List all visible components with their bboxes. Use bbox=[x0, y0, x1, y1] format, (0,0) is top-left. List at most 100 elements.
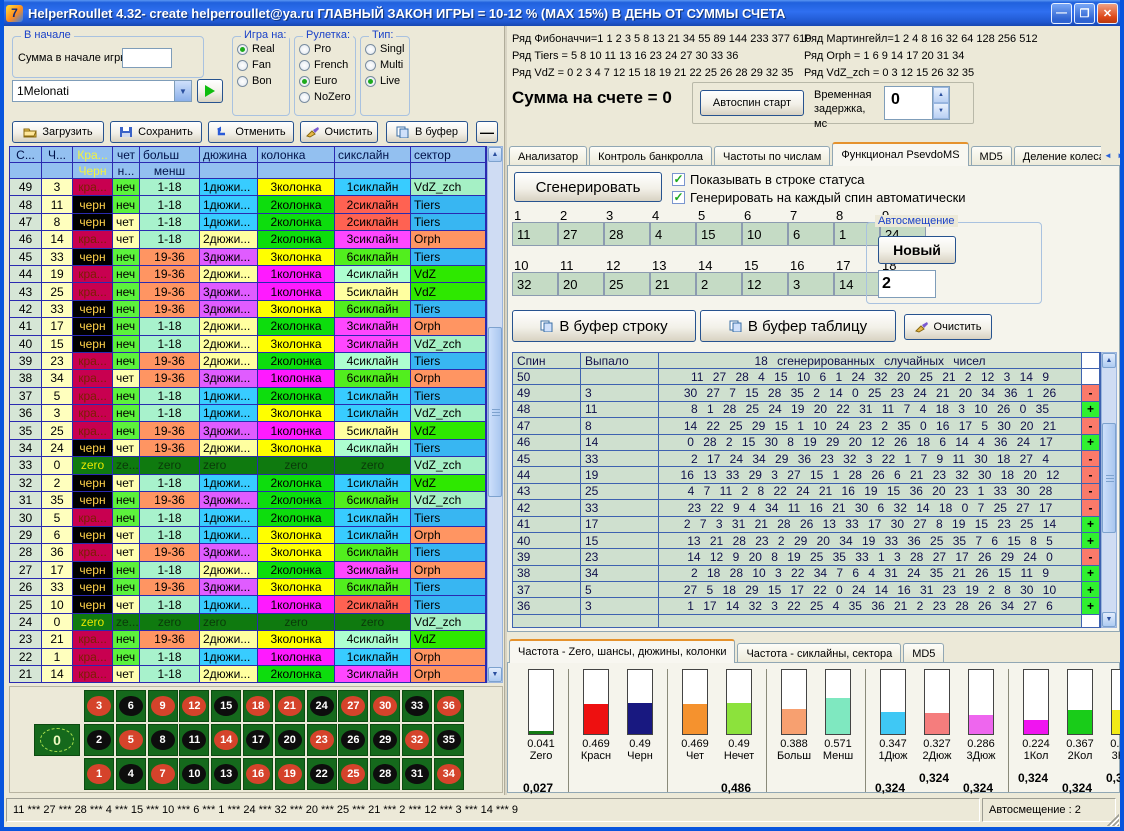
board-number-cell[interactable]: 25 bbox=[338, 758, 368, 790]
spin-table-scrollbar[interactable]: ▲ ▼ bbox=[1101, 352, 1117, 628]
table-row[interactable]: 2836кра...чет19-363дюжи...3колонка6сикла… bbox=[10, 544, 486, 561]
table-row[interactable]: 330zeroze...zerozerozerozeroVdZ_zch bbox=[10, 457, 486, 474]
board-number-cell[interactable]: 14 bbox=[211, 724, 241, 756]
radio-option-nozero[interactable]: NoZero bbox=[299, 91, 351, 103]
table-row[interactable]: 4533черннеч19-363дюжи...3колонка6сиклайн… bbox=[10, 249, 486, 266]
spinner-down-icon[interactable]: ▼ bbox=[933, 103, 949, 119]
board-number-cell[interactable]: 29 bbox=[370, 724, 400, 756]
table-row[interactable]: 3135черннеч19-363дюжи...2колонка6сиклайн… bbox=[10, 492, 486, 509]
tab-3[interactable]: Функционал PsevdoMS bbox=[832, 142, 968, 166]
board-number-cell[interactable]: 3 bbox=[84, 690, 114, 722]
board-number-cell[interactable]: 20 bbox=[275, 724, 305, 756]
tab-scroll-right-icon[interactable]: ► bbox=[1115, 148, 1124, 162]
board-number-cell[interactable]: 8 bbox=[148, 724, 178, 756]
board-number-cell[interactable]: 16 bbox=[243, 758, 273, 790]
scroll-down-icon[interactable]: ▼ bbox=[1102, 612, 1116, 627]
board-number-cell[interactable]: 19 bbox=[275, 758, 305, 790]
board-number-cell[interactable]: 11 bbox=[179, 724, 209, 756]
board-number-cell[interactable]: 36 bbox=[434, 690, 464, 722]
radio-option-euro[interactable]: Euro bbox=[299, 75, 351, 87]
board-number-cell[interactable]: 22 bbox=[307, 758, 337, 790]
radio-icon[interactable] bbox=[365, 44, 376, 55]
board-number-cell[interactable]: 12 bbox=[179, 690, 209, 722]
table-row[interactable]: 4325кра...неч19-363дюжи...1колонка5сикла… bbox=[10, 283, 486, 300]
board-number-cell[interactable]: 35 bbox=[434, 724, 464, 756]
scrollbar-thumb[interactable] bbox=[1102, 423, 1116, 533]
board-zero-cell[interactable]: 0 bbox=[34, 724, 80, 756]
resize-grip[interactable] bbox=[1107, 814, 1119, 826]
freq-tab-2[interactable]: MD5 bbox=[903, 643, 944, 663]
board-number-cell[interactable]: 21 bbox=[275, 690, 305, 722]
scroll-down-icon[interactable]: ▼ bbox=[488, 667, 502, 682]
board-number-cell[interactable]: 13 bbox=[211, 758, 241, 790]
radio-option-fan[interactable]: Fan bbox=[237, 59, 285, 71]
tab-0[interactable]: Анализатор bbox=[509, 146, 587, 166]
radio-icon[interactable] bbox=[237, 60, 248, 71]
table-row[interactable]: 2114кра...чет1-182дюжи...2колонка3сиклай… bbox=[10, 666, 486, 683]
board-number-cell[interactable]: 4 bbox=[116, 758, 146, 790]
отменить-button[interactable]: Отменить bbox=[208, 121, 294, 143]
history-table[interactable]: С...Ч...Кра...четбольшдюжинаколонкасиксл… bbox=[9, 146, 487, 683]
checkbox-generate-each-spin[interactable]: ✓ Генерировать на каждый спин автоматиче… bbox=[672, 190, 966, 205]
board-number-cell[interactable]: 17 bbox=[243, 724, 273, 756]
maximize-button[interactable]: ❐ bbox=[1074, 3, 1095, 24]
radio-option-singl[interactable]: Singl bbox=[365, 43, 405, 55]
tab-1[interactable]: Контроль банкролла bbox=[589, 146, 712, 166]
board-number-cell[interactable]: 15 bbox=[211, 690, 241, 722]
checkbox-icon[interactable]: ✓ bbox=[672, 191, 685, 204]
close-button[interactable]: ✕ bbox=[1097, 3, 1118, 24]
table-row[interactable]: 322чернчет1-181дюжи...2колонка1сиклайнVd… bbox=[10, 475, 486, 492]
table-row[interactable]: 2321кра...неч19-362дюжи...3колонка4сикла… bbox=[10, 631, 486, 648]
scroll-up-icon[interactable]: ▲ bbox=[488, 147, 502, 162]
spin-table[interactable]: СпинВыпало18 сгенерированных случайных ч… bbox=[512, 352, 1101, 628]
board-number-cell[interactable]: 27 bbox=[338, 690, 368, 722]
radio-option-pro[interactable]: Pro bbox=[299, 43, 351, 55]
history-table-scrollbar[interactable]: ▲ ▼ bbox=[487, 146, 503, 683]
start-button[interactable] bbox=[197, 79, 223, 103]
table-row[interactable]: 3525кра...неч19-363дюжи...1колонка5сикла… bbox=[10, 422, 486, 439]
table-row[interactable]: 4811черннеч1-181дюжи...2колонка2сиклайнT… bbox=[10, 196, 486, 213]
загрузить-button[interactable]: Загрузить bbox=[12, 121, 104, 143]
table-row[interactable]: 4233черннеч19-363дюжи...3колонка6сиклайн… bbox=[10, 301, 486, 318]
generate-button[interactable]: Сгенерировать bbox=[514, 172, 662, 202]
tab-2[interactable]: Частоты по числам bbox=[714, 146, 830, 166]
clear-button[interactable]: Очистить bbox=[904, 314, 992, 340]
table-row[interactable]: 493кра...неч1-181дюжи...3колонка1сиклайн… bbox=[10, 179, 486, 196]
table-row[interactable]: 375кра...неч1-181дюжи...2колонка1сиклайн… bbox=[10, 388, 486, 405]
radio-option-real[interactable]: Real bbox=[237, 43, 285, 55]
table-row[interactable]: 3923кра...неч19-362дюжи...2колонка4сикла… bbox=[10, 353, 486, 370]
board-number-cell[interactable]: 9 bbox=[148, 690, 178, 722]
board-number-cell[interactable]: 31 bbox=[402, 758, 432, 790]
table-row[interactable]: 4117черннеч1-182дюжи...2колонка3сиклайнO… bbox=[10, 318, 486, 335]
radio-icon[interactable] bbox=[237, 76, 248, 87]
сохранить-button[interactable]: Сохранить bbox=[110, 121, 202, 143]
copy-table-button[interactable]: В буфер таблицу bbox=[700, 310, 896, 342]
minimize-button[interactable]: — bbox=[1051, 3, 1072, 24]
delay-spinner[interactable]: 0 ▲ ▼ bbox=[884, 86, 950, 120]
radio-option-french[interactable]: French bbox=[299, 59, 351, 71]
table-row[interactable]: 296чернчет1-181дюжи...3колонка1сиклайнOr… bbox=[10, 527, 486, 544]
board-number-cell[interactable]: 24 bbox=[307, 690, 337, 722]
board-number-cell[interactable]: 32 bbox=[402, 724, 432, 756]
board-number-cell[interactable]: 5 bbox=[116, 724, 146, 756]
table-row[interactable]: 2633черннеч19-363дюжи...3колонка6сиклайн… bbox=[10, 579, 486, 596]
board-number-cell[interactable]: 26 bbox=[338, 724, 368, 756]
radio-icon[interactable] bbox=[299, 44, 310, 55]
table-row[interactable]: 4614кра...чет1-182дюжи...2колонка3сиклай… bbox=[10, 231, 486, 248]
radio-icon[interactable] bbox=[365, 60, 376, 71]
очистить-button[interactable]: Очистить bbox=[300, 121, 378, 143]
tab-scroll-left-icon[interactable]: ◄ bbox=[1102, 148, 1114, 162]
в буфер-button[interactable]: В буфер bbox=[386, 121, 468, 143]
board-number-cell[interactable]: 28 bbox=[370, 758, 400, 790]
tab-4[interactable]: MD5 bbox=[971, 146, 1012, 166]
radio-icon[interactable] bbox=[365, 76, 376, 87]
autospin-start-button[interactable]: Автоспин старт bbox=[700, 90, 804, 116]
table-row[interactable]: 478чернчет1-181дюжи...2колонка2сиклайнTi… bbox=[10, 214, 486, 231]
radio-icon[interactable] bbox=[299, 92, 310, 103]
board-number-cell[interactable]: 1 bbox=[84, 758, 114, 790]
tab-5[interactable]: Деление колеса на bbox=[1014, 146, 1101, 166]
spinner-up-icon[interactable]: ▲ bbox=[933, 87, 949, 103]
scroll-up-icon[interactable]: ▲ bbox=[1102, 353, 1116, 368]
radio-option-live[interactable]: Live bbox=[365, 75, 405, 87]
autoshift-input[interactable]: 2 bbox=[878, 270, 936, 298]
